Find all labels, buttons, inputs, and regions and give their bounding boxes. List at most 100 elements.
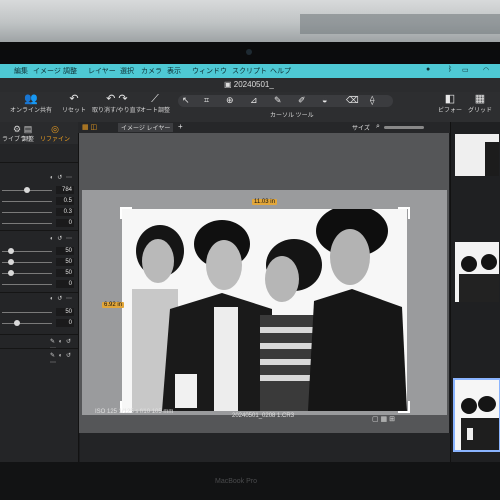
slider-value[interactable]: 784 xyxy=(56,186,74,194)
slider-row[interactable]: 0 xyxy=(0,219,76,227)
slider-value[interactable]: 50 xyxy=(56,247,74,255)
heal-tool-icon[interactable]: ✎ xyxy=(274,95,282,106)
thumb-image xyxy=(455,380,499,450)
menu-script[interactable]: スクリプト xyxy=(232,66,267,76)
slider-value[interactable]: 50 xyxy=(56,258,74,266)
crop-handle[interactable] xyxy=(398,207,410,219)
wifi-icon[interactable]: ◠ xyxy=(483,66,489,74)
undo-redo-button[interactable]: ↶ ↷ 取り消す/やり直す xyxy=(92,93,142,115)
window-titlebar: ▣ 20240501_ xyxy=(0,78,500,92)
straighten-tool-icon[interactable]: ⊿ xyxy=(250,95,258,106)
online-share-button[interactable]: 👥 オンライン共有 xyxy=(10,93,53,115)
menu-camera[interactable]: カメラ xyxy=(141,66,162,76)
band-photo xyxy=(122,209,407,411)
slider-value[interactable]: 0.3 xyxy=(56,208,74,216)
adjust-icon: ▤ xyxy=(23,124,33,134)
split-view-icon: ◧ xyxy=(444,93,456,105)
sidebar-tabs: ⚙ ライブラリ ▤ 調整 ◎ リファイン xyxy=(0,122,78,144)
section-actions-4[interactable]: ✎ ◐ ↺ ⋯ xyxy=(50,338,78,352)
auto-adjust-button[interactable]: ⟋ オート調整 xyxy=(140,93,171,115)
brush-tool-icon[interactable]: ✐ xyxy=(298,95,306,106)
transform-tool-icon[interactable]: ⊕ xyxy=(226,95,234,106)
tool-sidebar: ⚙ ライブラリ ▤ 調整 ◎ リファイン ◐ ↺ ⋯ 784 0.5 0.3 0 ◐ … xyxy=(0,122,79,462)
slider-row[interactable]: 50 xyxy=(0,247,76,255)
section-actions-3[interactable]: ◐ ↺ ⋯ xyxy=(50,295,73,302)
photo-preview[interactable] xyxy=(122,209,407,411)
layer-dropdown[interactable]: イメージ レイヤー xyxy=(118,123,174,132)
divider xyxy=(0,162,78,163)
slider-row[interactable]: 0 xyxy=(0,280,76,288)
grid-button[interactable]: ▦ グリッド xyxy=(468,93,493,115)
slider-row[interactable]: 0 xyxy=(0,319,76,327)
slider-value[interactable]: 50 xyxy=(56,308,74,316)
add-icon[interactable]: + xyxy=(178,122,183,131)
grid-label: グリッド xyxy=(468,108,493,114)
thumbnail[interactable] xyxy=(455,242,499,302)
slider-value[interactable]: 0 xyxy=(56,280,74,288)
online-share-label: オンライン共有 xyxy=(10,108,53,114)
menu-view[interactable]: 表示 xyxy=(167,66,181,76)
tab-adjust[interactable]: ▤ 調整 xyxy=(22,124,34,143)
menu-edit[interactable]: 編集 xyxy=(14,66,28,76)
magic-wand-icon: ⟋ xyxy=(151,93,159,105)
zoom-slider[interactable] xyxy=(384,126,424,129)
section-actions-5[interactable]: ✎ ◐ ↺ ⋯ xyxy=(50,352,78,366)
thumbnail[interactable] xyxy=(455,134,499,176)
menu-help[interactable]: ヘルプ xyxy=(270,66,291,76)
divider xyxy=(0,348,78,349)
slider-value[interactable]: 0.5 xyxy=(56,197,74,205)
crop-handle[interactable] xyxy=(398,401,410,413)
view-mode-icons[interactable]: ▢ ▦ ⊞ xyxy=(372,415,395,423)
crop-tool-icon[interactable]: ⌗ xyxy=(204,95,209,106)
crop-width-label: 11.03 in xyxy=(252,199,277,205)
before-after-label: ビフォー xyxy=(438,108,463,114)
people-icon: 👥 xyxy=(24,93,38,105)
camera-icon xyxy=(246,49,252,55)
slider-value[interactable]: 0 xyxy=(56,319,74,327)
cursor-tool-icon[interactable]: ↖ xyxy=(182,95,190,106)
slider-row[interactable]: 784 xyxy=(0,186,76,194)
menu-adjust[interactable]: 調整 xyxy=(63,66,77,76)
menubar: 編集 イメージ 調整 レイヤー 選択 カメラ 表示 ウィンドウ スクリプト ヘル… xyxy=(0,64,500,78)
zoom-icon[interactable]: ⌕ xyxy=(376,123,380,131)
undo-icon: ↶ ↷ xyxy=(106,93,128,105)
divider xyxy=(0,230,78,231)
slider-value[interactable]: 0 xyxy=(56,219,74,227)
exif-info: ISO 125 1/125 s f/10 105 mm xyxy=(95,409,174,415)
slider-row[interactable]: 50 xyxy=(0,308,76,316)
mask-tool-icon[interactable]: ◒ xyxy=(322,95,327,105)
grid-toggle-icon[interactable]: ▦ ◫ xyxy=(82,123,97,131)
battery-icon[interactable]: ▭ xyxy=(462,66,469,74)
thumbnail-selected[interactable] xyxy=(453,378,500,452)
reset-button[interactable]: ↶ リセット xyxy=(62,94,86,115)
menu-layer[interactable]: レイヤー xyxy=(88,66,116,76)
tab-refine[interactable]: ◎ リファイン xyxy=(40,124,70,143)
slider-row[interactable]: 50 xyxy=(0,258,76,266)
menu-window[interactable]: ウィンドウ xyxy=(192,66,227,76)
eraser-tool-icon[interactable]: ⌫ xyxy=(346,95,359,106)
slider-row[interactable]: 0.3 xyxy=(0,208,76,216)
document-icon: ▣ xyxy=(224,80,234,89)
tool-name-label: カーソル ツール xyxy=(270,113,314,119)
auto-adjust-label: オート調整 xyxy=(140,108,171,114)
section-actions-2[interactable]: ◐ ↺ ⋯ xyxy=(50,235,73,242)
record-icon[interactable]: ● xyxy=(426,66,430,73)
slider-row[interactable]: 0.5 xyxy=(0,197,76,205)
bluetooth-icon[interactable]: ᛒ xyxy=(448,66,452,73)
slider-value[interactable]: 50 xyxy=(56,269,74,277)
filmstrip xyxy=(450,122,500,467)
slider-row[interactable]: 50 xyxy=(0,269,76,277)
before-after-button[interactable]: ◧ ビフォー xyxy=(438,93,463,115)
device-logo: MacBook Pro xyxy=(215,478,258,485)
file-name: 20240501_0208 1.CR3 xyxy=(232,413,295,419)
section-actions-1[interactable]: ◐ ↺ ⋯ xyxy=(50,174,73,181)
menu-image[interactable]: イメージ xyxy=(33,66,61,76)
grid-icon: ▦ xyxy=(474,93,486,105)
thumb-image xyxy=(455,134,499,176)
undo-redo-label: 取り消す/やり直す xyxy=(92,108,142,114)
slider-knob[interactable] xyxy=(24,187,30,193)
picker-tool-icon[interactable]: ⟠ xyxy=(370,95,374,106)
crop-handle[interactable] xyxy=(120,207,132,219)
menu-select[interactable]: 選択 xyxy=(120,66,134,76)
background-wall xyxy=(0,0,500,42)
